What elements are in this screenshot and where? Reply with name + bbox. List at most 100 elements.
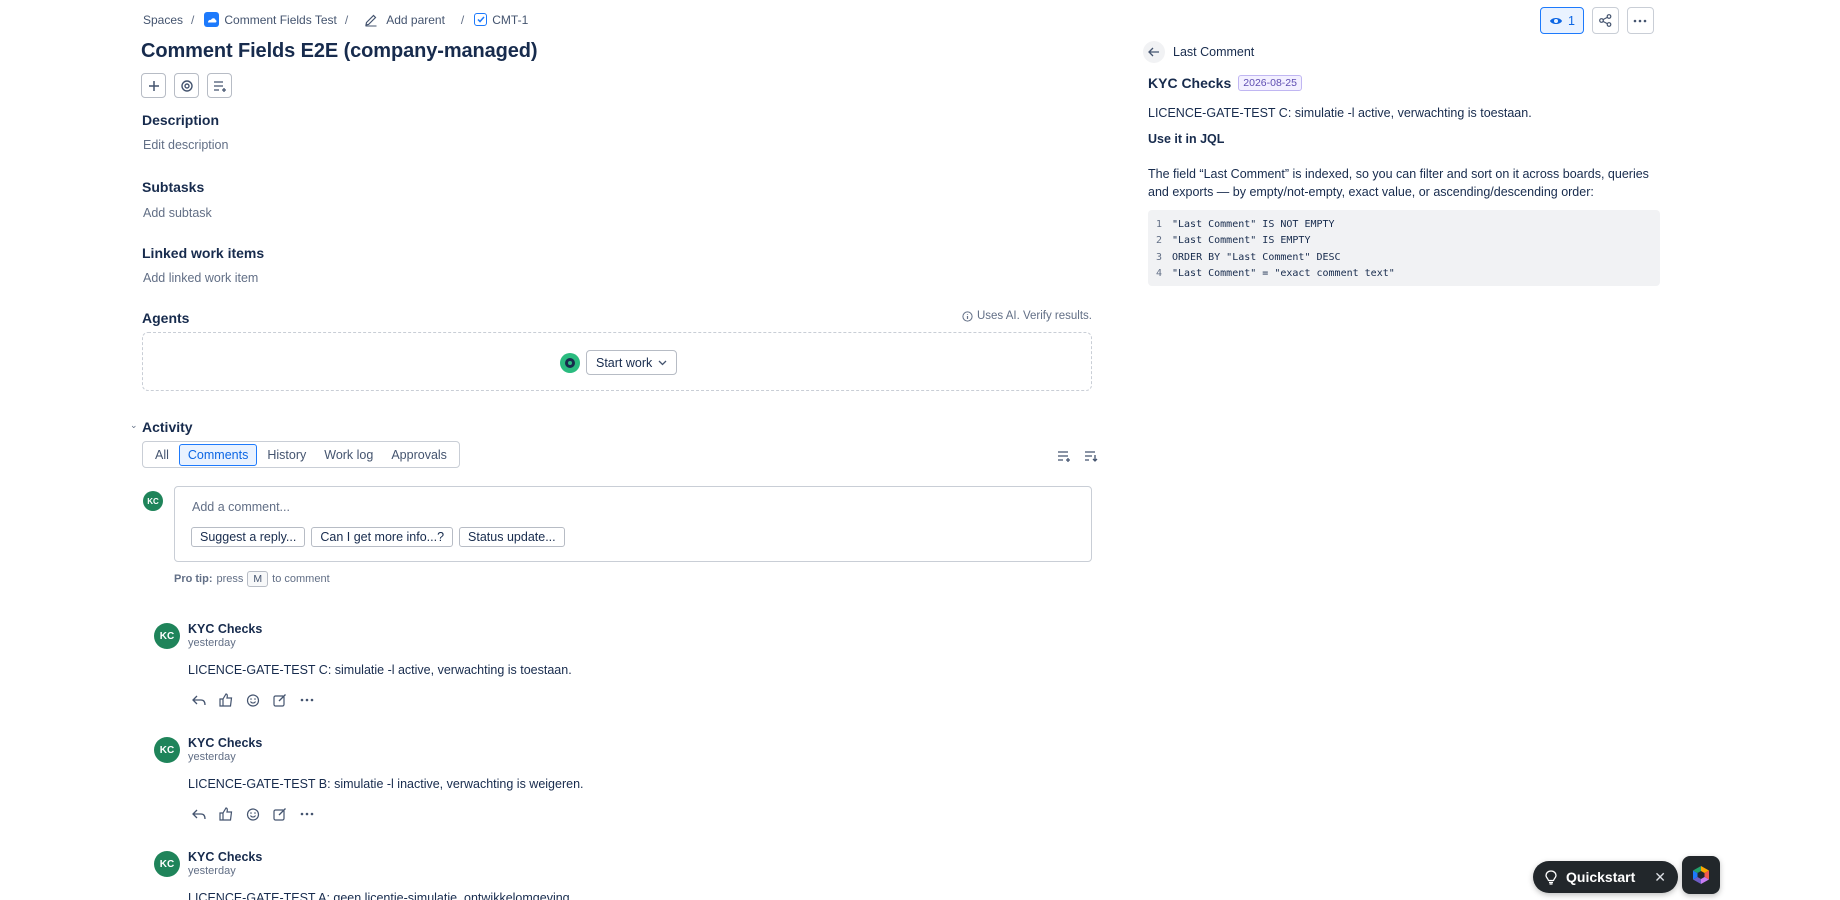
breadcrumb-project-label: Comment Fields Test [224, 12, 337, 27]
add-parent-button[interactable]: Add parent [362, 13, 447, 27]
subtasks-heading: Subtasks [142, 179, 205, 195]
avatar: KC [154, 623, 180, 649]
tab-comments[interactable]: Comments [178, 443, 258, 466]
close-icon[interactable]: ✕ [1654, 869, 1666, 886]
pro-tip-press: press [216, 573, 244, 585]
add-reaction-button[interactable] [244, 691, 262, 709]
eye-icon [1550, 17, 1562, 24]
info-icon [962, 310, 973, 322]
share-icon [1599, 14, 1612, 27]
status-update-chip[interactable]: Status update... [459, 527, 565, 547]
share-button[interactable] [1591, 7, 1619, 34]
add-reaction-button[interactable] [244, 805, 262, 823]
quickstart-button[interactable]: Quickstart ✕ [1533, 861, 1678, 893]
jql-description-line: and exports — by empty/not-empty, exact … [1148, 185, 1594, 199]
sort-button[interactable] [1084, 449, 1098, 465]
comment-body: LICENCE-GATE-TEST B: simulatie -l inacti… [188, 777, 584, 791]
code-line: 3 ORDER BY "Last Comment" DESC [1156, 249, 1652, 266]
line-number: 1 [1156, 218, 1163, 230]
watcher-count: 1 [1568, 13, 1575, 28]
comment-actions [190, 691, 788, 709]
edit-icon [273, 694, 286, 707]
back-button[interactable] [1143, 41, 1165, 63]
comment-body: LICENCE-GATE-TEST C: simulatie -l active… [188, 663, 572, 677]
add-button[interactable] [141, 73, 166, 98]
edit-icon [365, 14, 377, 26]
arrow-left-icon [1148, 47, 1159, 57]
code-line: 1 "Last Comment" IS NOT EMPTY [1156, 216, 1652, 233]
like-button[interactable] [217, 691, 235, 709]
breadcrumb-issue-key[interactable]: CMT-1 [472, 13, 530, 27]
edit-comment-button[interactable] [271, 691, 289, 709]
comment-author[interactable]: KYC Checks [188, 850, 788, 864]
line-number: 3 [1156, 251, 1163, 263]
lightbulb-icon [1545, 869, 1557, 885]
shortcut-key: M [247, 571, 269, 587]
reply-button[interactable] [190, 691, 208, 709]
activity-tabs: All Comments History Work log Approvals [142, 441, 460, 468]
breadcrumb-spaces[interactable]: Spaces [141, 13, 185, 27]
comment-author[interactable]: KYC Checks [188, 622, 788, 636]
avatar: KC [154, 737, 180, 763]
comment-time[interactable]: yesterday [188, 751, 788, 763]
collapse-activity-icon[interactable]: ⌄ [130, 420, 138, 431]
tab-approvals[interactable]: Approvals [383, 445, 455, 465]
apps-button[interactable] [174, 73, 199, 98]
breadcrumb-separator: / [344, 12, 349, 27]
breadcrumb-separator: / [191, 12, 195, 27]
edit-comment-button[interactable] [271, 805, 289, 823]
list-icon [213, 80, 226, 92]
agent-icon [560, 352, 580, 373]
thumbs-up-icon [219, 693, 233, 707]
start-work-button[interactable]: Start work [586, 350, 678, 375]
more-actions-button[interactable] [298, 691, 316, 709]
comment-composer[interactable]: Add a comment... Suggest a reply... Can … [174, 486, 1092, 562]
add-linked-item-button[interactable]: Add linked work item [143, 271, 258, 285]
more-options-button[interactable] [1626, 7, 1654, 34]
emoji-add-icon [246, 808, 260, 821]
watch-button[interactable]: 1 [1540, 7, 1584, 34]
tab-history[interactable]: History [259, 445, 314, 465]
edit-icon [273, 808, 286, 821]
description-heading: Description [142, 112, 220, 128]
comment-author[interactable]: KYC Checks [188, 736, 788, 750]
linked-items-heading: Linked work items [142, 245, 265, 261]
comment-time[interactable]: yesterday [188, 637, 788, 649]
comment-input[interactable]: Add a comment... [192, 500, 290, 514]
issue-toolbar [141, 73, 232, 98]
more-icon [1634, 19, 1647, 22]
pro-tip-label: Pro tip: [174, 573, 213, 585]
jql-description-line: The field “Last Comment” is indexed, so … [1148, 167, 1649, 181]
agents-heading: Agents [142, 310, 190, 326]
pro-tip: Pro tip: press M to comment [174, 571, 330, 587]
description-placeholder[interactable]: Edit description [143, 138, 228, 152]
line-number: 2 [1156, 235, 1163, 247]
comment-time[interactable]: yesterday [188, 865, 788, 877]
pro-tip-suffix: to comment [272, 573, 330, 585]
list-add-button[interactable] [207, 73, 232, 98]
breadcrumb-spaces-label: Spaces [143, 12, 184, 27]
avatar: KC [143, 491, 163, 511]
settings-icon [180, 79, 193, 92]
tab-work-log[interactable]: Work log [316, 445, 381, 465]
hexagon-logo-icon [1693, 866, 1709, 884]
tab-all[interactable]: All [147, 445, 177, 465]
assistant-button[interactable] [1682, 856, 1720, 894]
jql-code-block: 1 "Last Comment" IS NOT EMPTY 2 "Last Comm… [1148, 210, 1660, 286]
breadcrumb-project[interactable]: Comment Fields Test [202, 12, 338, 27]
more-icon [300, 812, 314, 816]
start-work-group: Start work [560, 350, 678, 375]
reply-button[interactable] [190, 805, 208, 823]
like-button[interactable] [217, 805, 235, 823]
panel-title: Last Comment [1173, 45, 1255, 59]
issue-key-label: CMT-1 [492, 12, 529, 27]
code-text: ORDER BY "Last Comment" DESC [1172, 251, 1341, 263]
more-info-chip[interactable]: Can I get more info...? [311, 527, 454, 547]
reply-icon [192, 809, 206, 820]
jql-heading: Use it in JQL [1148, 132, 1225, 146]
date-badge: 2026-08-25 [1238, 75, 1302, 91]
more-actions-button[interactable] [298, 805, 316, 823]
suggest-reply-chip[interactable]: Suggest a reply... [191, 527, 306, 547]
add-subtask-button[interactable]: Add subtask [143, 206, 212, 220]
filter-button[interactable] [1057, 449, 1071, 465]
